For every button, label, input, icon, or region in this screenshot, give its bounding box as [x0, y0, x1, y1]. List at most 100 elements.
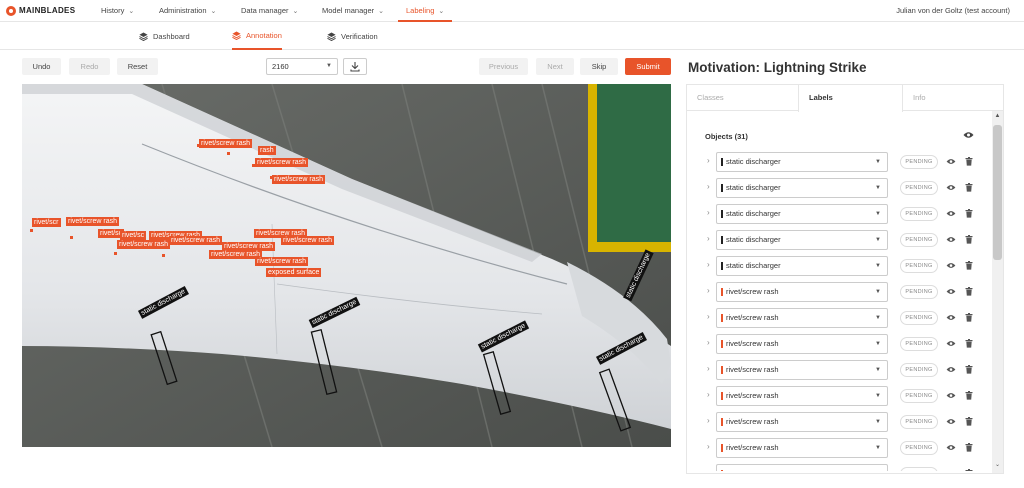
object-row[interactable]: › rivet/screw rash ▼ PENDING: [687, 411, 992, 433]
annotation-label[interactable]: rash: [258, 146, 276, 155]
annotation-label[interactable]: rivet/screw rash: [255, 158, 309, 167]
tab-dashboard[interactable]: Dashboard: [139, 23, 190, 50]
trash-icon[interactable]: [965, 287, 973, 296]
scroll-up-icon[interactable]: ▲: [993, 113, 1002, 123]
object-class-select[interactable]: ▼: [716, 464, 888, 471]
tab-annotation[interactable]: Annotation: [232, 23, 282, 50]
download-button[interactable]: [343, 58, 367, 75]
tab-verification[interactable]: Verification: [327, 23, 378, 50]
eye-icon[interactable]: [963, 131, 974, 139]
object-row[interactable]: › rivet/screw rash ▼ PENDING: [687, 437, 992, 459]
object-row[interactable]: › rivet/screw rash ▼ PENDING: [687, 281, 992, 303]
nav-item-administration[interactable]: Administration ⌄: [159, 0, 216, 22]
object-class-select[interactable]: rivet/screw rash ▼: [716, 282, 888, 302]
eye-icon[interactable]: [946, 366, 956, 373]
object-row[interactable]: › static discharger ▼ PENDING: [687, 177, 992, 199]
object-class-select[interactable]: rivet/screw rash ▼: [716, 360, 888, 380]
trash-icon[interactable]: [965, 183, 973, 192]
object-row[interactable]: › static discharger ▼ PENDING: [687, 229, 992, 251]
trash-icon[interactable]: [965, 365, 973, 374]
eye-icon[interactable]: [946, 236, 956, 243]
expand-chevron-icon[interactable]: ›: [707, 156, 710, 165]
trash-icon[interactable]: [965, 209, 973, 218]
eye-icon[interactable]: [946, 418, 956, 425]
object-row[interactable]: › ▼ PENDING: [687, 463, 992, 471]
expand-chevron-icon[interactable]: ›: [707, 468, 710, 471]
object-class-select[interactable]: rivet/screw rash ▼: [716, 386, 888, 406]
object-class-select[interactable]: static discharger ▼: [716, 178, 888, 198]
nav-item-model-manager[interactable]: Model manager ⌄: [322, 0, 384, 22]
eye-icon[interactable]: [946, 444, 956, 451]
previous-button[interactable]: Previous: [479, 58, 528, 75]
object-class-select[interactable]: static discharger ▼: [716, 256, 888, 276]
annotation-label[interactable]: exposed surface: [266, 268, 322, 277]
object-row[interactable]: › static discharger ▼ PENDING: [687, 151, 992, 173]
expand-chevron-icon[interactable]: ›: [707, 260, 710, 269]
eye-icon[interactable]: [946, 158, 956, 165]
annotation-label[interactable]: rivet/screw rash: [199, 139, 253, 148]
annotation-canvas[interactable]: rivet/screw rash rash rivet/screw rash r…: [22, 84, 671, 447]
trash-icon[interactable]: [965, 391, 973, 400]
expand-chevron-icon[interactable]: ›: [707, 208, 710, 217]
expand-chevron-icon[interactable]: ›: [707, 364, 710, 373]
object-row[interactable]: › static discharger ▼ PENDING: [687, 203, 992, 225]
expand-chevron-icon[interactable]: ›: [707, 286, 710, 295]
eye-icon[interactable]: [946, 340, 956, 347]
tab-classes[interactable]: Classes: [687, 85, 799, 111]
expand-chevron-icon[interactable]: ›: [707, 338, 710, 347]
submit-button[interactable]: Submit: [625, 58, 671, 75]
user-account-menu[interactable]: Julian von der Goltz (test account): [896, 0, 1010, 22]
object-row[interactable]: › rivet/screw rash ▼ PENDING: [687, 359, 992, 381]
eye-icon[interactable]: [946, 262, 956, 269]
expand-chevron-icon[interactable]: ›: [707, 416, 710, 425]
redo-button[interactable]: Redo: [69, 58, 110, 75]
object-class-select[interactable]: rivet/screw rash ▼: [716, 412, 888, 432]
eye-icon[interactable]: [946, 210, 956, 217]
annotation-label[interactable]: rivet/screw rash: [66, 217, 120, 226]
trash-icon[interactable]: [965, 469, 973, 471]
expand-chevron-icon[interactable]: ›: [707, 442, 710, 451]
eye-icon[interactable]: [946, 288, 956, 295]
skip-button[interactable]: Skip: [580, 58, 618, 75]
scroll-down-icon[interactable]: ⌄: [993, 461, 1002, 471]
eye-icon[interactable]: [946, 314, 956, 321]
nav-item-history[interactable]: History ⌄: [101, 0, 134, 22]
object-row[interactable]: › static discharger ▼ PENDING: [687, 255, 992, 277]
object-class-select[interactable]: rivet/screw rash ▼: [716, 308, 888, 328]
trash-icon[interactable]: [965, 313, 973, 322]
annotation-label[interactable]: rivet/scr: [32, 218, 61, 227]
next-button[interactable]: Next: [536, 58, 574, 75]
trash-icon[interactable]: [965, 339, 973, 348]
image-select[interactable]: 2160 ▼: [266, 58, 338, 75]
object-row[interactable]: › rivet/screw rash ▼ PENDING: [687, 333, 992, 355]
nav-item-labeling[interactable]: Labeling ⌄: [398, 0, 453, 22]
object-row[interactable]: › rivet/screw rash ▼ PENDING: [687, 385, 992, 407]
object-class-select[interactable]: static discharger ▼: [716, 204, 888, 224]
object-row[interactable]: › rivet/screw rash ▼ PENDING: [687, 307, 992, 329]
eye-icon[interactable]: [946, 184, 956, 191]
logo[interactable]: MAINBLADES: [6, 5, 96, 16]
annotation-label[interactable]: rivet/sc: [120, 231, 147, 240]
annotation-label[interactable]: rivet/screw rash: [281, 236, 335, 245]
object-class-select[interactable]: rivet/screw rash ▼: [716, 334, 888, 354]
annotation-label[interactable]: rivet/screw rash: [272, 175, 326, 184]
expand-chevron-icon[interactable]: ›: [707, 234, 710, 243]
object-class-select[interactable]: rivet/screw rash ▼: [716, 438, 888, 458]
scroll-thumb[interactable]: [993, 125, 1002, 260]
undo-button[interactable]: Undo: [22, 58, 61, 75]
tab-info[interactable]: Info: [903, 85, 1003, 111]
eye-icon[interactable]: [946, 470, 956, 471]
annotation-label[interactable]: rivet/screw rash: [117, 240, 171, 249]
trash-icon[interactable]: [965, 417, 973, 426]
tab-labels[interactable]: Labels: [798, 85, 903, 112]
panel-scrollbar[interactable]: ▲ ⌄: [992, 111, 1003, 473]
expand-chevron-icon[interactable]: ›: [707, 182, 710, 191]
trash-icon[interactable]: [965, 261, 973, 270]
expand-chevron-icon[interactable]: ›: [707, 390, 710, 399]
trash-icon[interactable]: [965, 443, 973, 452]
trash-icon[interactable]: [965, 235, 973, 244]
reset-button[interactable]: Reset: [117, 58, 158, 75]
object-class-select[interactable]: static discharger ▼: [716, 152, 888, 172]
trash-icon[interactable]: [965, 157, 973, 166]
expand-chevron-icon[interactable]: ›: [707, 312, 710, 321]
